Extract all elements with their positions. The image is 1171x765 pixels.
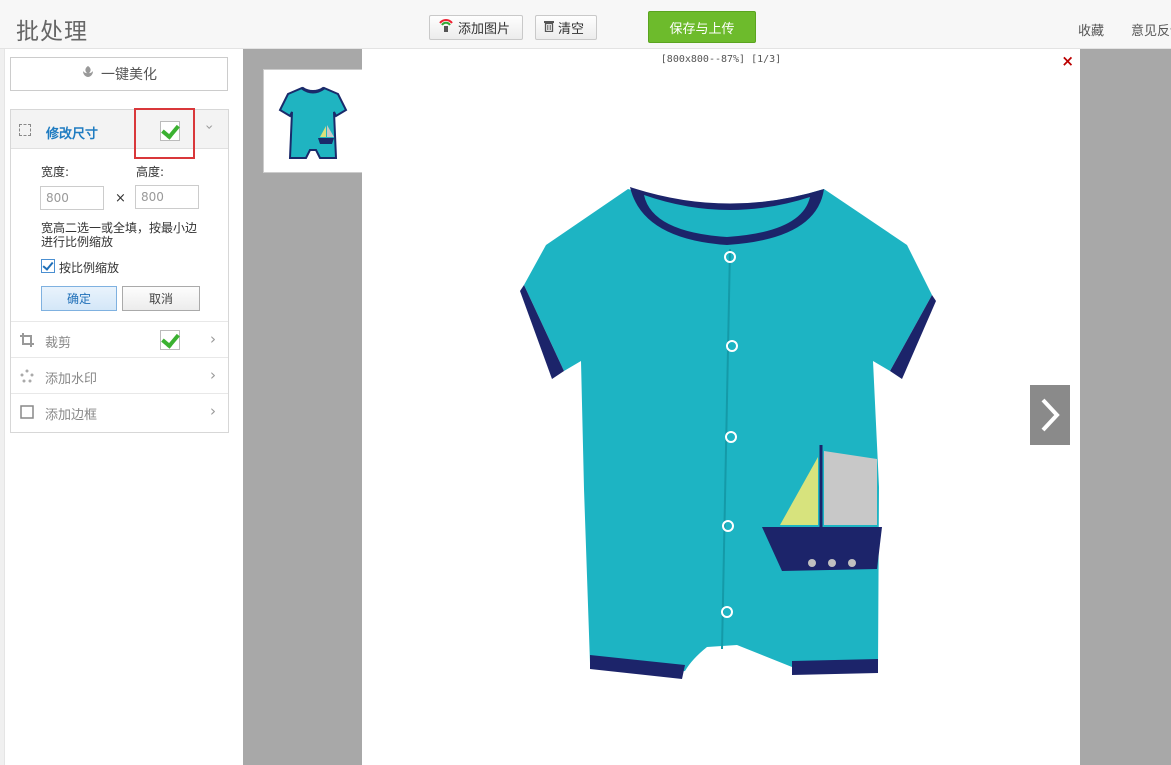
- height-label: 高度:: [136, 165, 165, 179]
- add-image-label: 添加图片: [458, 22, 511, 37]
- image-thumbnail[interactable]: [263, 69, 363, 173]
- clear-label: 清空: [558, 22, 585, 37]
- proportional-checkbox[interactable]: [41, 259, 55, 273]
- chevron-right-icon: ›: [210, 402, 216, 420]
- beautify-icon: [81, 65, 95, 83]
- confirm-button[interactable]: 确定: [41, 286, 117, 311]
- highlight-box: [134, 108, 195, 159]
- romper-thumbnail-image: [278, 86, 348, 159]
- add-image-icon: [438, 18, 454, 37]
- next-image-button[interactable]: [1030, 385, 1070, 445]
- chevron-down-icon[interactable]: ›: [201, 124, 217, 130]
- crop-enabled-check-icon[interactable]: [160, 330, 180, 350]
- trash-icon: [544, 20, 554, 36]
- tool-row-watermark[interactable]: 添加水印 ›: [11, 357, 228, 394]
- resize-icon: [19, 124, 31, 136]
- save-upload-button[interactable]: 保存与上传: [648, 11, 756, 43]
- tool-row-crop[interactable]: 裁剪 ›: [11, 321, 228, 358]
- resize-title: 修改尺寸: [46, 127, 99, 142]
- add-image-button[interactable]: 添加图片: [429, 15, 523, 40]
- resize-note: 宽高二选一或全填，按最小边进行比例缩放: [41, 221, 198, 249]
- crop-icon: [20, 333, 34, 347]
- app-title: 批处理: [16, 19, 88, 45]
- watermark-label: 添加水印: [45, 372, 98, 387]
- tool-list: 修改尺寸 › 宽度: 高度: 800 × 800 宽高二选一或全填，按最小边进行…: [10, 109, 229, 433]
- feedback-link[interactable]: 意见反馈: [1131, 20, 1171, 39]
- clear-button[interactable]: 清空: [535, 15, 597, 40]
- crop-label: 裁剪: [45, 336, 72, 351]
- favorite-link[interactable]: 收藏: [1078, 20, 1104, 39]
- chevron-right-icon: [1041, 398, 1060, 432]
- border-label: 添加边框: [45, 408, 98, 423]
- beautify-label: 一键美化: [101, 67, 157, 83]
- border-icon: [20, 405, 34, 419]
- chevron-right-icon: ›: [210, 366, 216, 384]
- proportional-label: 按比例缩放: [59, 261, 120, 275]
- one-click-beautify-button[interactable]: 一键美化: [10, 57, 228, 91]
- tool-row-border[interactable]: 添加边框 ›: [11, 393, 228, 430]
- resize-section-header[interactable]: 修改尺寸 ›: [11, 110, 228, 149]
- romper-preview-image: [520, 187, 936, 679]
- watermark-icon: [20, 369, 34, 383]
- cancel-button[interactable]: 取消: [122, 286, 200, 311]
- left-tool-panel: 一键美化 修改尺寸 › 宽度: 高度: 800 × 800 宽高二选一或全填，按…: [4, 49, 244, 765]
- image-preview-modal: [800x800--87%] [1/3] ×: [362, 49, 1080, 765]
- width-input[interactable]: 800: [40, 186, 104, 210]
- top-toolbar: 批处理 添加图片 清空 保存与上传 收藏 意见反馈: [0, 0, 1171, 49]
- chevron-right-icon: ›: [210, 330, 216, 348]
- height-input[interactable]: 800: [135, 185, 199, 209]
- width-label: 宽度:: [41, 165, 70, 179]
- times-sign: ×: [115, 191, 126, 206]
